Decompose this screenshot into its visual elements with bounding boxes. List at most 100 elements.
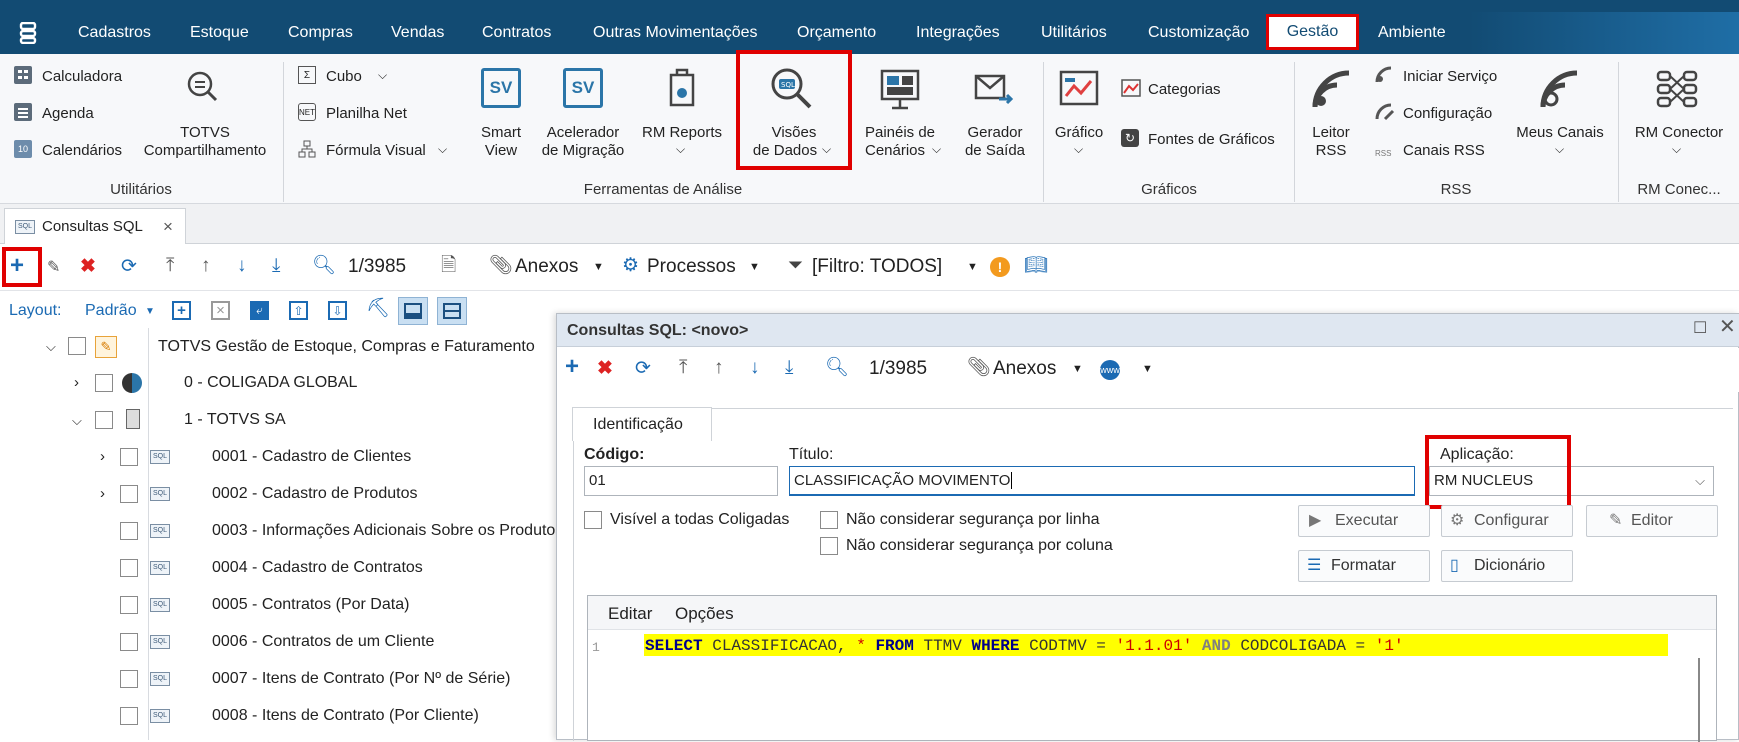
paint-format-icon[interactable]: ⛏ [366,298,390,320]
menu-opcoes[interactable]: Opções [675,605,734,623]
close-icon[interactable]: ✕ [1719,317,1736,337]
formatar-button[interactable]: ☰ Formatar [1298,550,1430,582]
add-icon[interactable]: + [565,355,579,379]
add-icon[interactable]: + [10,254,24,278]
tree-root-row[interactable]: ⌵ ✎ TOTVS Gestão de Estoque, Compras e F… [0,328,560,365]
layout-up-icon[interactable]: ⇧ [289,301,308,320]
menu-ambiente[interactable]: Ambiente [1378,24,1446,42]
menu-contratos[interactable]: Contratos [482,24,551,42]
document-icon[interactable]: 🗎 [441,255,456,277]
visoes-de-dados-line2[interactable]: de Dados [740,142,830,160]
dropdown-arrow-icon[interactable]: ▼ [749,258,760,276]
acelerador-line2[interactable]: de Migração [535,142,631,160]
checkbox[interactable] [95,411,113,429]
web-icon[interactable]: www [1100,360,1120,380]
editor-scrollbar[interactable] [1698,658,1700,742]
menu-utilitarios[interactable]: Utilitários [1041,24,1107,42]
chevron-right-icon[interactable]: › [100,485,105,503]
sql-editor[interactable]: Editar Opções 1 SELECT CLASSIFICACAO, * … [587,595,1717,742]
tree-coligada-0-row[interactable]: › 0 - COLIGADA GLOBAL [0,365,560,402]
tree-query-row[interactable]: SQL 0006 - Contratos de um Cliente [0,624,560,661]
chevron-down-icon[interactable]: ⌵ [822,140,831,158]
layout-down-icon[interactable]: ⇩ [328,301,347,320]
tree-query-row[interactable]: SQL 0007 - Itens de Contrato (Por Nº de … [0,661,560,698]
menu-editar[interactable]: Editar [608,605,652,623]
checkbox[interactable] [120,707,138,725]
menu-integracoes[interactable]: Integrações [916,24,1000,42]
categorias-button[interactable]: Categorias [1148,81,1221,99]
tab-identificacao[interactable]: Identificação [572,407,712,441]
leitor-rss-line1[interactable]: Leitor [1306,124,1356,142]
checkbox[interactable] [120,559,138,577]
layout-select[interactable]: Padrão [85,302,137,320]
menu-outras-movimentacoes[interactable]: Outras Movimentações [593,24,758,42]
first-record-icon[interactable]: ⤒ [679,357,687,379]
dropdown-arrow-icon[interactable]: ▼ [967,258,978,276]
executar-button[interactable]: ▶ Executar [1298,505,1430,537]
first-record-icon[interactable]: ⤒ [166,255,174,277]
previous-record-icon[interactable]: ↑ [714,357,724,379]
formula-visual-button[interactable]: Fórmula Visual [326,142,426,160]
tab-consultas-sql[interactable]: SQL Consultas SQL × [4,208,186,244]
tree-query-row[interactable]: › SQL 0001 - Cadastro de Clientes [0,439,560,476]
search-icon[interactable]: 🔍︎ [825,357,849,379]
tree-coligada-1-row[interactable]: ⌵ 1 - TOTVS SA [0,402,560,439]
last-record-icon[interactable]: ⤓ [272,255,280,277]
fontes-graficos-button[interactable]: Fontes de Gráficos [1148,131,1275,149]
chevron-down-icon[interactable]: ⌵ [676,140,685,158]
maximize-icon[interactable]: ☐ [1693,320,1707,338]
totvs-compartilhamento-line1[interactable]: TOTVS [140,124,270,142]
close-icon[interactable]: × [163,218,173,236]
filtro-button[interactable]: [Filtro: TODOS] [812,257,942,276]
iniciar-servico-button[interactable]: Iniciar Serviço [1403,68,1497,86]
checkbox[interactable] [120,670,138,688]
visivel-checkbox[interactable] [584,511,602,529]
seg-coluna-checkbox[interactable] [820,537,838,555]
chevron-down-icon[interactable]: ⌵ [1672,140,1681,158]
refresh-icon[interactable]: ⟳ [121,256,137,278]
delete-icon[interactable]: ✖ [80,256,96,278]
menu-vendas[interactable]: Vendas [391,24,444,42]
help-book-icon[interactable]: 📖︎ [1024,255,1048,277]
tree-query-row[interactable]: SQL 0003 - Informações Adicionais Sobre … [0,513,563,550]
panel-split-icon[interactable] [437,297,467,325]
canais-rss-button[interactable]: Canais RSS [1403,142,1485,160]
menu-orcamento[interactable]: Orçamento [797,24,876,42]
gerador-line2[interactable]: de Saída [950,142,1040,160]
tree-query-row[interactable]: SQL 0004 - Cadastro de Contratos [0,550,560,587]
collapse-layout-icon[interactable]: × [211,301,230,320]
checkbox[interactable] [120,522,138,540]
chevron-down-icon[interactable]: ⌵ [438,140,447,158]
gerador-line1[interactable]: Gerador [950,124,1040,142]
chevron-down-icon[interactable]: ⌵ [1555,140,1564,158]
last-record-icon[interactable]: ⤓ [785,357,793,379]
smart-view-line1[interactable]: Smart [470,124,532,142]
layout-window-icon[interactable]: ⤶ [250,301,269,320]
tree-query-row[interactable]: SQL 0008 - Itens de Contrato (Por Client… [0,698,560,735]
menu-cadastros[interactable]: Cadastros [78,24,151,42]
titulo-field[interactable]: CLASSIFICAÇÃO MOVIMENTO [789,466,1415,496]
chevron-right-icon[interactable]: › [100,448,105,466]
dropdown-arrow-icon[interactable]: ▼ [593,258,604,276]
refresh-icon[interactable]: ⟳ [635,358,651,380]
previous-record-icon[interactable]: ↑ [201,255,211,277]
configuracao-rss-button[interactable]: Configuração [1403,105,1492,123]
dropdown-arrow-icon[interactable]: ▼ [1072,360,1083,378]
menu-customizacao[interactable]: Customização [1148,24,1249,42]
next-record-icon[interactable]: ↓ [237,255,247,277]
totvs-compartilhamento-line2[interactable]: Compartilhamento [135,142,275,160]
tree-query-row[interactable]: › SQL 0002 - Cadastro de Produtos [0,476,560,513]
next-record-icon[interactable]: ↓ [750,357,760,379]
paineis-line2[interactable]: Cenários [852,142,938,160]
chevron-down-icon[interactable]: ⌵ [378,66,387,84]
processos-button[interactable]: Processos [647,257,736,276]
expand-layout-icon[interactable]: + [172,301,191,320]
seg-linha-checkbox[interactable] [820,511,838,529]
panel-bottom-icon[interactable] [398,297,428,325]
configurar-button[interactable]: ⚙ Configurar [1441,505,1573,537]
checkbox[interactable] [95,374,113,392]
calendarios-button[interactable]: Calendários [42,142,122,160]
menu-gestao[interactable]: Gestão [1266,14,1359,50]
smart-view-line2[interactable]: View [470,142,532,160]
calculadora-button[interactable]: Calculadora [42,68,122,86]
